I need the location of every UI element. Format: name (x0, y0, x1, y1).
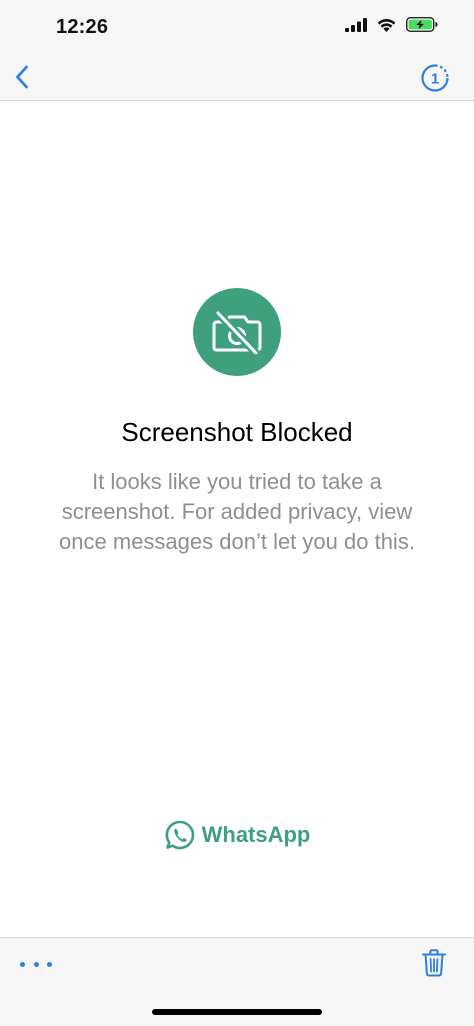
view-once-count: 1 (431, 71, 439, 88)
nav-bar: 1 (0, 56, 474, 101)
status-time: 12:26 (56, 16, 109, 38)
view-once-icon[interactable]: 1 (420, 63, 450, 93)
brand-footer: WhatsApp (0, 819, 474, 851)
blocked-message: It looks like you tried to take a screen… (59, 469, 415, 554)
back-button[interactable] (10, 63, 34, 91)
camera-blocked-badge (193, 288, 281, 376)
more-dots-icon (20, 961, 25, 967)
page-title: Screenshot Blocked (121, 417, 353, 447)
brand-name: WhatsApp (201, 822, 311, 847)
trash-icon[interactable] (421, 949, 447, 977)
content-area: Screenshot Blocked It looks like you tri… (0, 101, 474, 937)
more-dots-icon (47, 961, 52, 967)
more-dots-icon (33, 961, 39, 967)
battery-charging-icon (406, 17, 438, 32)
home-indicator[interactable] (152, 1009, 322, 1015)
signal-icon (345, 17, 367, 32)
status-bar: 12:26 (0, 0, 474, 56)
chevron-left-icon (16, 65, 28, 89)
status-icons (345, 17, 438, 32)
whatsapp-logo-icon (165, 820, 194, 850)
more-button[interactable] (20, 956, 52, 972)
camera-blocked-icon (212, 310, 262, 354)
wifi-icon (377, 19, 396, 32)
